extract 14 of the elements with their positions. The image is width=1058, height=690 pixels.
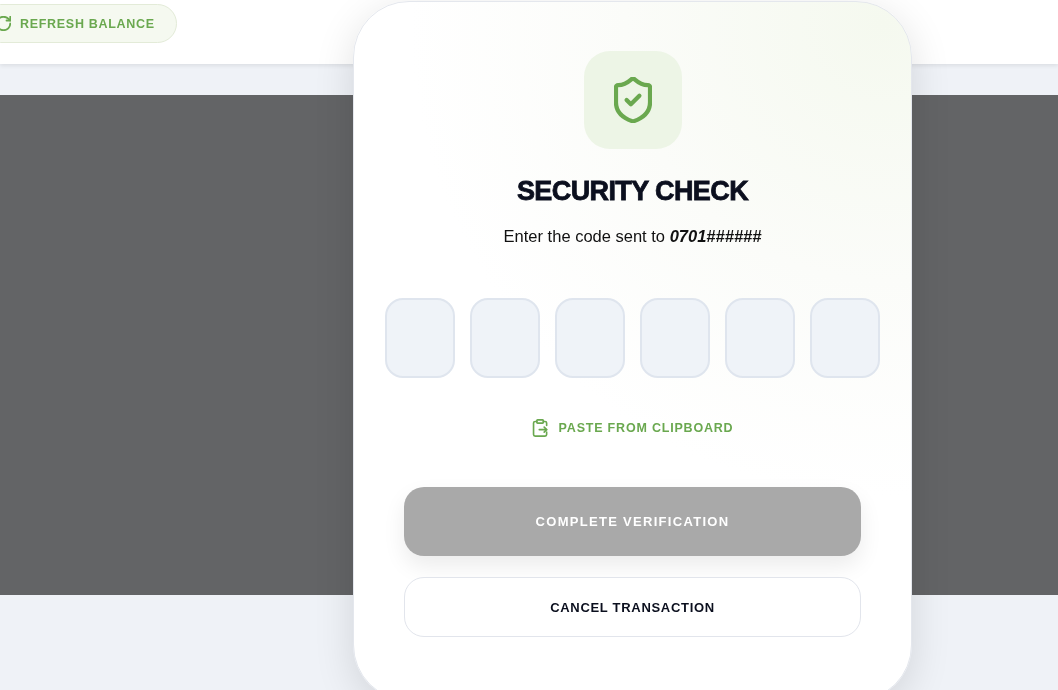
shield-check-icon: [583, 51, 682, 149]
cancel-transaction-button[interactable]: CANCEL TRANSACTION: [404, 577, 861, 637]
code-digit-field[interactable]: [555, 298, 625, 378]
code-digit-field[interactable]: [725, 298, 795, 378]
code-digit-field[interactable]: [470, 298, 540, 378]
code-sent-message: Enter the code sent to 0701######: [503, 226, 762, 247]
dialog-title: SECURITY CHECK: [516, 175, 749, 208]
clipboard-arrow-icon: [531, 419, 549, 437]
refresh-balance-button[interactable]: REFRESH BALANCE: [0, 4, 177, 43]
code-digit-field[interactable]: [640, 298, 710, 378]
code-digit-field[interactable]: [810, 298, 880, 378]
paste-from-clipboard-link[interactable]: PASTE FROM CLIPBOARD: [531, 418, 734, 438]
refresh-icon: [0, 16, 11, 31]
code-digit-field[interactable]: [385, 298, 455, 378]
